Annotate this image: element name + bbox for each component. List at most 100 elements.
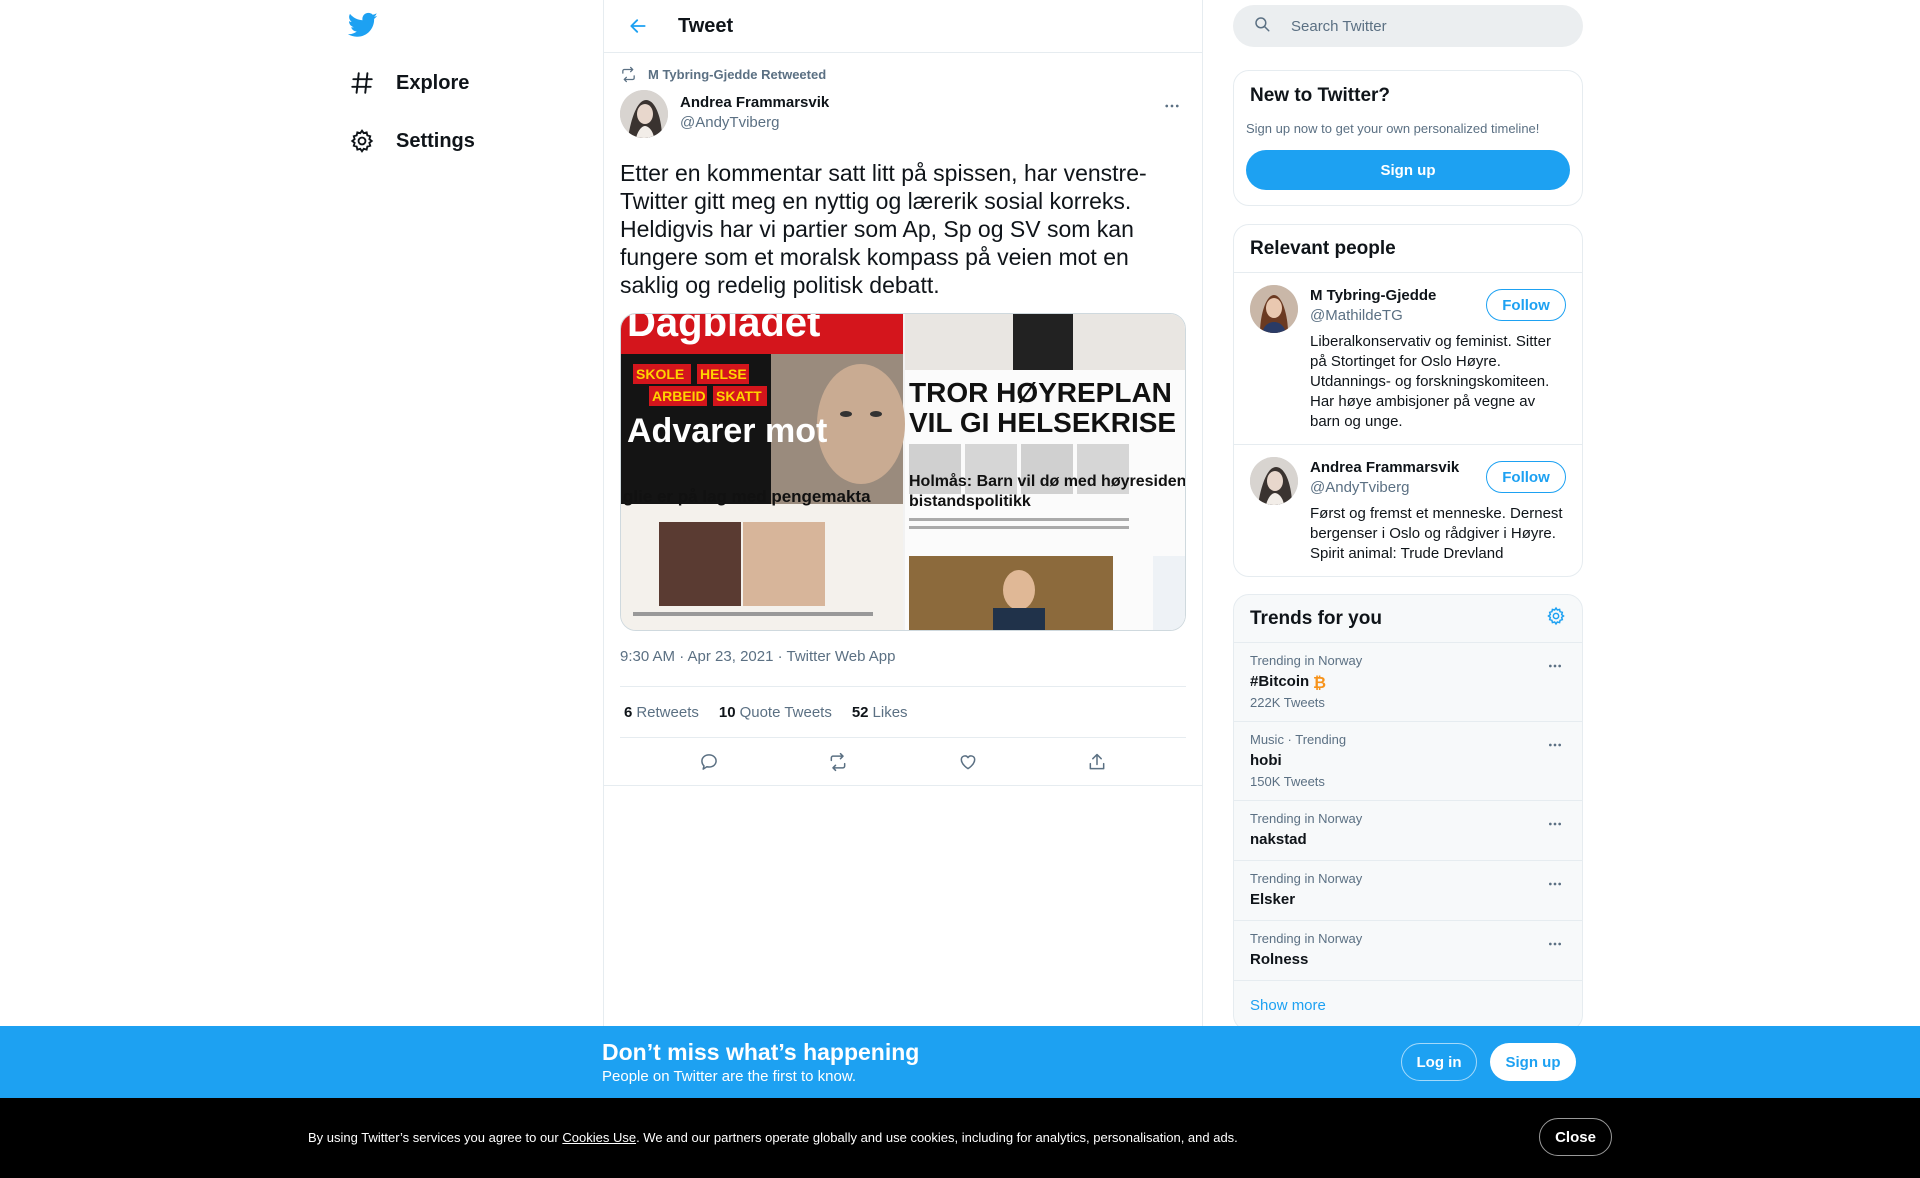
right-sidebar: New to Twitter? Sign up now to get your … [1233,0,1583,1031]
more-options-icon[interactable] [1158,92,1186,120]
retweet-context[interactable]: M Tybring-Gjedde Retweeted [620,64,1186,84]
avatar[interactable] [1250,285,1298,333]
trends-card: Trends for you Trending in Norway #Bitco… [1233,594,1583,1031]
stat-label: Likes [872,703,908,721]
signup-banner: Don’t miss what’s happening People on Tw… [0,1026,1920,1098]
search-icon [1253,15,1271,38]
tweet-timestamp[interactable]: 9:30 AM · Apr 23, 2021 · Twitter Web App [620,648,1186,668]
page-header: Tweet [604,0,1202,53]
tweet: M Tybring-Gjedde Retweeted Andrea Framma… [604,64,1202,786]
media-subheadline: bistandspolitikk [909,493,1031,510]
likes-stat[interactable]: 52 Likes [852,704,908,721]
twitter-bird-icon[interactable] [347,10,380,42]
bitcoin-icon: ₿ [1312,674,1326,690]
search-input[interactable] [1291,17,1551,35]
trend-item[interactable]: Trending in Norway nakstad [1234,801,1582,861]
nav-item-settings[interactable]: Settings [348,119,475,163]
tweet-text: Etter en kommentar satt litt på spissen,… [620,160,1147,298]
trend-context: Trending in Norway [1250,653,1363,668]
trend-name: Elsker [1250,891,1296,908]
card-subtitle: Sign up now to get your own personalized… [1246,121,1540,136]
stat-label: Retweets [636,703,699,721]
cookie-text: By using Twitter’s services you agree to… [308,1130,1238,1145]
trend-context: Music · Trending [1250,732,1347,747]
stat-count: 6 [624,703,633,721]
trend-name: hobi [1250,752,1282,769]
trend-count: 150K Tweets [1250,774,1325,789]
show-more-link[interactable]: Show more [1234,981,1582,1030]
tweet-actions [604,738,1202,786]
banner-sign-up-button[interactable]: Sign up [1490,1043,1576,1081]
close-button[interactable]: Close [1539,1118,1612,1156]
trend-item[interactable]: Trending in Norway #Bitcoin ₿ 222K Tweet… [1234,643,1582,722]
trend-item[interactable]: Music · Trending hobi 150K Tweets [1234,722,1582,801]
stat-label: Quote Tweets [739,703,832,721]
like-icon[interactable] [950,744,986,780]
trend-item[interactable]: Trending in Norway Rolness [1234,921,1582,981]
more-options-icon[interactable] [1544,873,1566,895]
tweet-photo[interactable]: Dagbladet SKOLE HELSE ARBEID SKATT Advar… [620,313,1186,631]
stat-count: 52 [851,703,869,721]
trend-count: 222K Tweets [1250,695,1325,710]
hashtag-icon [348,69,376,97]
cookie-bar: By using Twitter’s services you agree to… [0,1098,1920,1178]
author-name[interactable]: Andrea Frammarsvik [680,93,829,113]
banner-title: Don’t miss what’s happening [602,1039,920,1065]
svg-text:₿: ₿ [1313,674,1326,690]
more-options-icon[interactable] [1544,655,1566,677]
nav-item-explore[interactable]: Explore [348,61,469,105]
back-arrow-icon[interactable] [620,8,656,44]
trend-name: Rolness [1250,951,1309,968]
person-bio: Først og fremst et menneske. Dernest ber… [1310,505,1563,562]
search-bar[interactable] [1233,5,1583,47]
avatar[interactable] [1250,457,1298,505]
media-tag: HELSE [700,366,747,382]
more-options-icon[interactable] [1544,813,1566,835]
media-headline: VIL GI HELSEKRISE [909,407,1176,438]
nav-item-label: Settings [396,129,475,152]
trend-item[interactable]: Trending in Norway Elsker [1234,861,1582,921]
more-options-icon[interactable] [1544,933,1566,955]
follow-button[interactable]: Follow [1486,289,1566,321]
quote-tweets-stat[interactable]: 10 Quote Tweets [719,704,832,721]
gear-icon [348,127,376,155]
log-in-button[interactable]: Log in [1401,1043,1477,1081]
person-item[interactable]: M Tybring-Gjedde @MathildeTG Liberalkons… [1234,273,1582,445]
card-title: Trends for you [1250,607,1382,629]
media-headline: TROR HØYREPLAN [909,377,1172,408]
share-icon[interactable] [1079,744,1115,780]
avatar[interactable] [620,90,668,138]
cookie-text-before: By using Twitter’s services you agree to… [308,1130,563,1145]
trend-context: Trending in Norway [1250,931,1363,946]
sign-up-button[interactable]: Sign up [1246,150,1570,190]
cookie-text-after: . We and our partners operate globally a… [636,1130,1238,1145]
tweet-column: Tweet M Tybring-Gjedde Retweeted Andrea … [603,0,1203,1178]
media-subheadline: glie er på lag med pengemakta [623,487,871,506]
trend-name: nakstad [1250,831,1307,848]
more-options-icon[interactable] [1544,734,1566,756]
media-tag: SKATT [716,388,762,404]
follow-button[interactable]: Follow [1486,461,1566,493]
page-title: Tweet [678,14,734,37]
stat-count: 10 [718,703,736,721]
card-title: Relevant people [1234,225,1582,273]
card-title: New to Twitter? [1250,85,1391,106]
trend-context: Trending in Norway [1250,871,1363,886]
retweets-stat[interactable]: 6 Retweets [624,704,699,721]
media-masthead: Dagbladet [627,314,820,345]
cookies-use-link[interactable]: Cookies Use [562,1130,636,1145]
tweet-author: Andrea Frammarsvik @AndyTviberg [620,90,1186,140]
retweet-icon [620,65,638,83]
new-to-twitter-card: New to Twitter? Sign up now to get your … [1233,70,1583,206]
media-tag: ARBEID [652,388,706,404]
reply-icon[interactable] [691,744,727,780]
author-handle[interactable]: @AndyTviberg [680,113,829,133]
card-header: Trends for you [1234,595,1582,643]
media-subheadline: Holmås: Barn vil dø med høyresidens [909,472,1186,490]
retweeted-by-label: M Tybring-Gjedde Retweeted [648,66,827,82]
trend-name: #Bitcoin ₿ [1250,672,1566,692]
nav-item-label: Explore [396,71,470,94]
retweet-icon[interactable] [820,744,856,780]
person-item[interactable]: Andrea Frammarsvik @AndyTviberg Først og… [1234,445,1582,576]
gear-icon[interactable] [1546,606,1566,632]
